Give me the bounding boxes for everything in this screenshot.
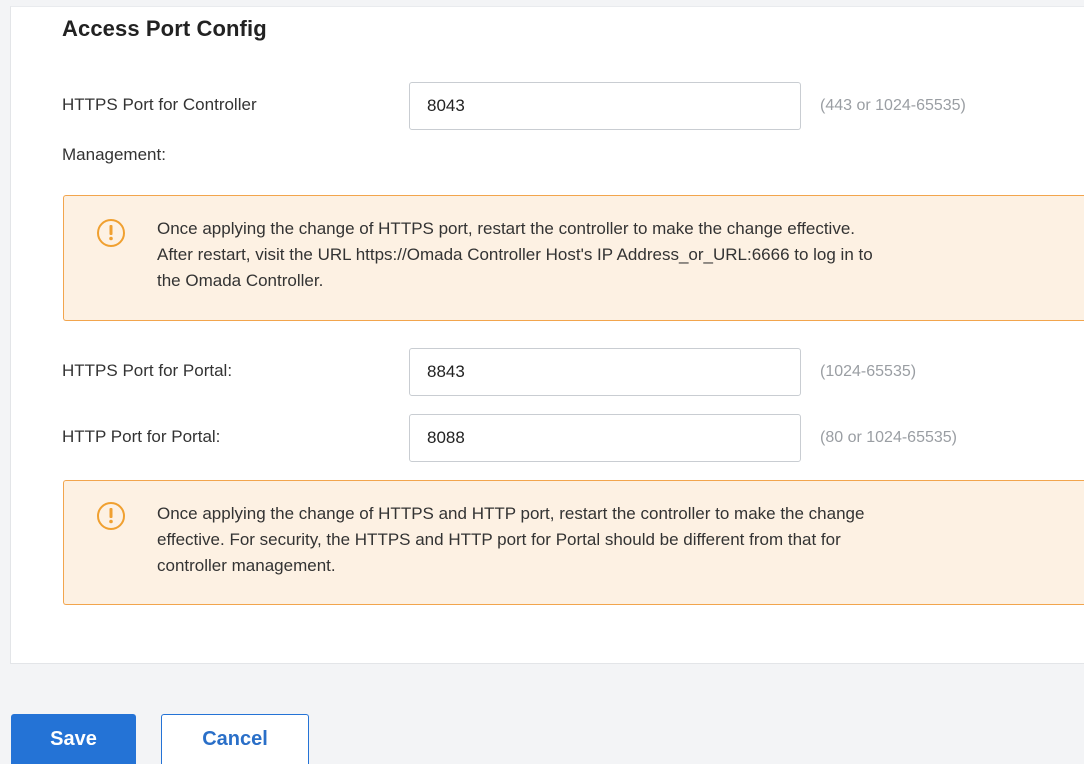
notice-line: Once applying the change of HTTPS port, … (157, 219, 856, 238)
portal-https-port-hint: (1024-65535) (820, 363, 917, 380)
controller-port-notice: Once applying the change of HTTPS port, … (63, 195, 1084, 321)
save-button[interactable]: Save (11, 714, 136, 764)
exclamation-circle-icon (97, 502, 125, 530)
portal-https-port-label: HTTPS Port for Portal: (62, 361, 233, 380)
controller-https-port-label: HTTPS Port for Controller (62, 95, 257, 114)
exclamation-circle-icon (97, 219, 125, 247)
portal-http-port-input[interactable] (409, 414, 801, 462)
portal-http-port-hint: (80 or 1024-65535) (820, 429, 957, 446)
portal-http-port-label: HTTP Port for Portal: (62, 427, 221, 446)
cancel-button[interactable]: Cancel (161, 714, 309, 764)
controller-https-port-label-continued: Management: (62, 145, 166, 164)
portal-https-port-input[interactable] (409, 348, 801, 396)
controller-https-port-hint: (443 or 1024-65535) (820, 97, 966, 114)
notice-line: effective. For security, the HTTPS and H… (157, 530, 841, 549)
notice-line: Once applying the change of HTTPS and HT… (157, 504, 865, 523)
controller-https-port-input[interactable] (409, 82, 801, 130)
portal-port-notice-text: Once applying the change of HTTPS and HT… (157, 501, 1057, 579)
notice-line: the Omada Controller. (157, 271, 324, 290)
portal-port-notice: Once applying the change of HTTPS and HT… (63, 480, 1084, 605)
notice-line: controller management. (157, 556, 336, 575)
controller-port-notice-text: Once applying the change of HTTPS port, … (157, 216, 1057, 294)
notice-line: After restart, visit the URL https://Oma… (157, 245, 873, 264)
section-title: Access Port Config (62, 16, 267, 41)
